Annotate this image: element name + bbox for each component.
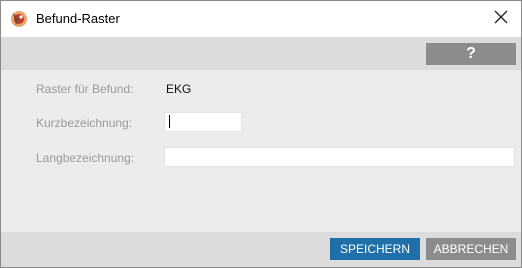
close-icon xyxy=(494,10,508,29)
save-button[interactable]: SPEICHERN xyxy=(330,238,420,260)
form-panel: Raster für Befund: EKG Kurzbezeichnung: … xyxy=(1,70,521,232)
cancel-button[interactable]: ABBRECHEN xyxy=(426,238,516,260)
befund-raster-dialog: Befund-Raster ? Raster für Befund: EKG K… xyxy=(0,0,522,268)
toolbar: ? xyxy=(1,37,521,70)
kurzbezeichnung-input[interactable] xyxy=(164,112,242,132)
close-button[interactable] xyxy=(487,5,515,33)
langbezeichnung-label: Langbezeichnung: xyxy=(36,151,135,165)
title-bar: Befund-Raster xyxy=(1,1,521,37)
button-bar: SPEICHERN ABBRECHEN xyxy=(1,232,521,267)
befund-app-icon xyxy=(10,10,28,28)
help-button[interactable]: ? xyxy=(426,43,516,65)
raster-label: Raster für Befund: xyxy=(36,82,134,96)
text-caret xyxy=(169,115,170,128)
kurzbezeichnung-label: Kurzbezeichnung: xyxy=(36,116,133,130)
langbezeichnung-input[interactable] xyxy=(164,147,515,167)
window-title: Befund-Raster xyxy=(36,11,120,26)
kurzbezeichnung-field-wrap xyxy=(164,112,242,132)
raster-value: EKG xyxy=(166,82,192,96)
